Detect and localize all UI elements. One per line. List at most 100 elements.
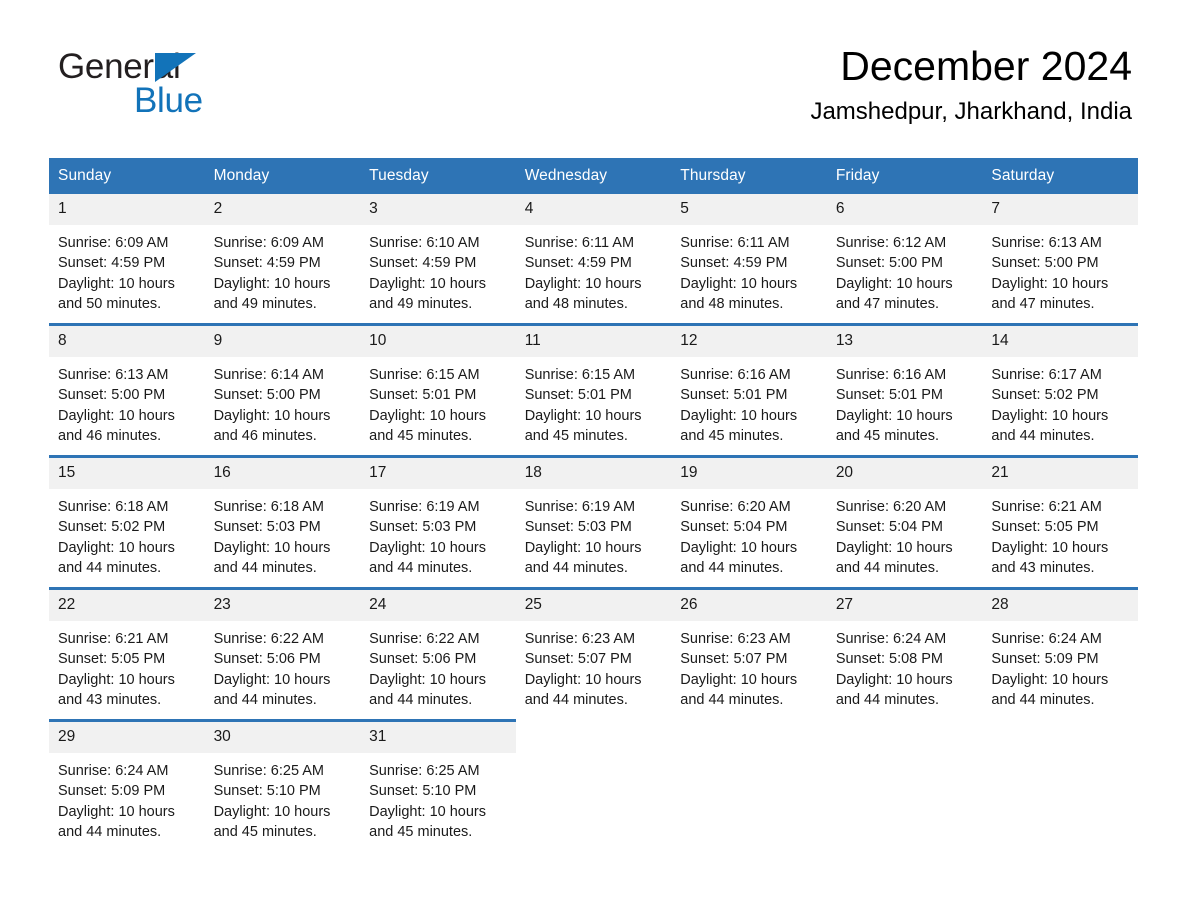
day-cell[interactable]: 11 Sunrise: 6:15 AM Sunset: 5:01 PM Dayl… xyxy=(515,323,672,457)
day-cell[interactable]: 19 Sunrise: 6:20 AM Sunset: 5:04 PM Dayl… xyxy=(671,455,827,589)
day-info: Sunrise: 6:16 AM Sunset: 5:01 PM Dayligh… xyxy=(827,357,983,455)
daylight-text-line2: and 47 minutes. xyxy=(835,295,939,312)
sunrise-text: Sunrise: 6:18 AM xyxy=(213,499,324,515)
day-cell[interactable]: 6 Sunrise: 6:12 AM Sunset: 5:00 PM Dayli… xyxy=(826,194,983,325)
day-cell[interactable]: 9 Sunrise: 6:14 AM Sunset: 5:00 PM Dayli… xyxy=(204,323,361,457)
day-cell[interactable]: 22 Sunrise: 6:21 AM Sunset: 5:05 PM Dayl… xyxy=(49,587,205,721)
daylight-text-line1: Daylight: 10 hours xyxy=(991,407,1109,424)
sunrise-text: Sunrise: 6:20 AM xyxy=(835,499,947,515)
day-cell[interactable]: 17 Sunrise: 6:19 AM Sunset: 5:03 PM Dayl… xyxy=(360,455,516,589)
logo-text-blue: Blue xyxy=(134,81,203,120)
day-cell[interactable]: 20 Sunrise: 6:20 AM Sunset: 5:04 PM Dayl… xyxy=(826,455,983,589)
day-info: Sunrise: 6:19 AM Sunset: 5:03 PM Dayligh… xyxy=(360,489,516,587)
daylight-text-line2: and 44 minutes. xyxy=(58,559,162,576)
sunrise-text: Sunrise: 6:11 AM xyxy=(524,235,635,251)
day-number: 22 xyxy=(49,590,205,621)
sunset-text: Sunset: 5:00 PM xyxy=(835,255,944,272)
weekday-header-thursday: Thursday xyxy=(671,158,827,194)
day-cell-empty xyxy=(671,720,827,851)
day-cell[interactable]: 4 Sunrise: 6:11 AM Sunset: 4:59 PM Dayli… xyxy=(515,194,672,325)
page-header: General Blue December 2024 Jamshedpur, J… xyxy=(0,0,1188,125)
day-cell[interactable]: 27 Sunrise: 6:24 AM Sunset: 5:08 PM Dayl… xyxy=(826,587,983,721)
page-subtitle-location: Jamshedpur, Jharkhand, India xyxy=(810,98,1132,125)
week-row: 29 Sunrise: 6:24 AM Sunset: 5:09 PM Dayl… xyxy=(49,719,1138,851)
day-cell[interactable]: 10 Sunrise: 6:15 AM Sunset: 5:01 PM Dayl… xyxy=(360,323,516,457)
logo-text-general: General xyxy=(58,47,181,86)
day-cell[interactable]: 3 Sunrise: 6:10 AM Sunset: 4:59 PM Dayli… xyxy=(360,194,516,325)
sunset-text: Sunset: 5:05 PM xyxy=(991,519,1099,536)
sunset-text: Sunset: 5:06 PM xyxy=(213,651,321,668)
day-cell[interactable]: 28 Sunrise: 6:24 AM Sunset: 5:09 PM Dayl… xyxy=(982,587,1138,721)
day-cell-empty xyxy=(826,720,983,851)
day-cell[interactable]: 1 Sunrise: 6:09 AM Sunset: 4:59 PM Dayli… xyxy=(49,194,205,325)
day-number: 16 xyxy=(204,458,361,489)
day-number: 3 xyxy=(360,194,516,225)
day-cell[interactable]: 24 Sunrise: 6:22 AM Sunset: 5:06 PM Dayl… xyxy=(360,587,516,721)
daylight-text-line2: and 44 minutes. xyxy=(524,691,628,708)
day-cell[interactable]: 2 Sunrise: 6:09 AM Sunset: 4:59 PM Dayli… xyxy=(204,194,361,325)
daylight-text-line2: and 45 minutes. xyxy=(369,427,473,444)
daylight-text-line1: Daylight: 10 hours xyxy=(213,407,331,424)
day-number: 18 xyxy=(515,458,672,489)
day-number: 10 xyxy=(360,326,516,357)
daylight-text-line1: Daylight: 10 hours xyxy=(213,671,331,688)
day-info: Sunrise: 6:21 AM Sunset: 5:05 PM Dayligh… xyxy=(982,489,1138,587)
day-info: Sunrise: 6:18 AM Sunset: 5:02 PM Dayligh… xyxy=(49,489,205,587)
day-cell[interactable]: 16 Sunrise: 6:18 AM Sunset: 5:03 PM Dayl… xyxy=(204,455,361,589)
day-cell[interactable]: 15 Sunrise: 6:18 AM Sunset: 5:02 PM Dayl… xyxy=(49,455,205,589)
sunrise-text: Sunrise: 6:24 AM xyxy=(991,631,1102,647)
sunrise-text: Sunrise: 6:18 AM xyxy=(58,499,169,515)
sunset-text: Sunset: 5:03 PM xyxy=(524,519,632,536)
daylight-text-line2: and 45 minutes. xyxy=(835,427,939,444)
weekday-header-wednesday: Wednesday xyxy=(515,158,672,194)
daylight-text-line1: Daylight: 10 hours xyxy=(213,275,331,292)
sunrise-text: Sunrise: 6:25 AM xyxy=(369,763,480,779)
sunrise-text: Sunrise: 6:09 AM xyxy=(213,235,324,251)
day-cell[interactable]: 31 Sunrise: 6:25 AM Sunset: 5:10 PM Dayl… xyxy=(360,719,516,851)
day-cell[interactable]: 18 Sunrise: 6:19 AM Sunset: 5:03 PM Dayl… xyxy=(515,455,672,589)
day-cell[interactable]: 29 Sunrise: 6:24 AM Sunset: 5:09 PM Dayl… xyxy=(49,719,205,851)
day-cell[interactable]: 13 Sunrise: 6:16 AM Sunset: 5:01 PM Dayl… xyxy=(826,323,983,457)
day-cell[interactable]: 25 Sunrise: 6:23 AM Sunset: 5:07 PM Dayl… xyxy=(515,587,672,721)
day-info: Sunrise: 6:12 AM Sunset: 5:00 PM Dayligh… xyxy=(827,225,983,323)
daylight-text-line1: Daylight: 10 hours xyxy=(369,539,486,556)
day-number: 20 xyxy=(826,458,983,489)
day-info: Sunrise: 6:18 AM Sunset: 5:03 PM Dayligh… xyxy=(205,489,361,587)
sunset-text: Sunset: 4:59 PM xyxy=(58,255,166,272)
day-number: 15 xyxy=(49,458,205,489)
daylight-text-line2: and 44 minutes. xyxy=(58,823,162,840)
day-number: 17 xyxy=(360,458,516,489)
day-info: Sunrise: 6:15 AM Sunset: 5:01 PM Dayligh… xyxy=(516,357,672,455)
sunrise-text: Sunrise: 6:11 AM xyxy=(680,235,790,251)
day-cell[interactable]: 14 Sunrise: 6:17 AM Sunset: 5:02 PM Dayl… xyxy=(982,323,1138,457)
sunrise-text: Sunrise: 6:13 AM xyxy=(58,367,169,383)
daylight-text-line1: Daylight: 10 hours xyxy=(680,671,798,688)
day-number: 28 xyxy=(982,590,1138,621)
day-cell[interactable]: 30 Sunrise: 6:25 AM Sunset: 5:10 PM Dayl… xyxy=(204,719,361,851)
sunrise-text: Sunrise: 6:19 AM xyxy=(369,499,480,515)
sunrise-text: Sunrise: 6:17 AM xyxy=(991,367,1102,383)
day-info: Sunrise: 6:22 AM Sunset: 5:06 PM Dayligh… xyxy=(205,621,361,719)
day-cell[interactable]: 21 Sunrise: 6:21 AM Sunset: 5:05 PM Dayl… xyxy=(982,455,1138,589)
day-info: Sunrise: 6:22 AM Sunset: 5:06 PM Dayligh… xyxy=(360,621,516,719)
weekday-header-monday: Monday xyxy=(204,158,361,194)
day-cell[interactable]: 23 Sunrise: 6:22 AM Sunset: 5:06 PM Dayl… xyxy=(204,587,361,721)
daylight-text-line1: Daylight: 10 hours xyxy=(835,539,953,556)
day-cell[interactable]: 7 Sunrise: 6:13 AM Sunset: 5:00 PM Dayli… xyxy=(982,194,1138,325)
day-number: 9 xyxy=(204,326,361,357)
day-info: Sunrise: 6:17 AM Sunset: 5:02 PM Dayligh… xyxy=(982,357,1138,455)
daylight-text-line2: and 49 minutes. xyxy=(369,295,473,312)
generalblue-logo[interactable]: General Blue xyxy=(58,48,358,126)
sunset-text: Sunset: 5:00 PM xyxy=(991,255,1099,272)
day-cell[interactable]: 12 Sunrise: 6:16 AM Sunset: 5:01 PM Dayl… xyxy=(671,323,827,457)
day-cell[interactable]: 8 Sunrise: 6:13 AM Sunset: 5:00 PM Dayli… xyxy=(49,323,205,457)
sunrise-text: Sunrise: 6:19 AM xyxy=(524,499,636,515)
sunrise-text: Sunrise: 6:25 AM xyxy=(213,763,324,779)
daylight-text-line1: Daylight: 10 hours xyxy=(835,275,953,292)
day-cell[interactable]: 5 Sunrise: 6:11 AM Sunset: 4:59 PM Dayli… xyxy=(671,194,827,325)
daylight-text-line2: and 44 minutes. xyxy=(835,691,939,708)
sunset-text: Sunset: 5:01 PM xyxy=(680,387,788,404)
day-cell[interactable]: 26 Sunrise: 6:23 AM Sunset: 5:07 PM Dayl… xyxy=(671,587,827,721)
daylight-text-line2: and 48 minutes. xyxy=(524,295,628,312)
daylight-text-line1: Daylight: 10 hours xyxy=(524,539,642,556)
